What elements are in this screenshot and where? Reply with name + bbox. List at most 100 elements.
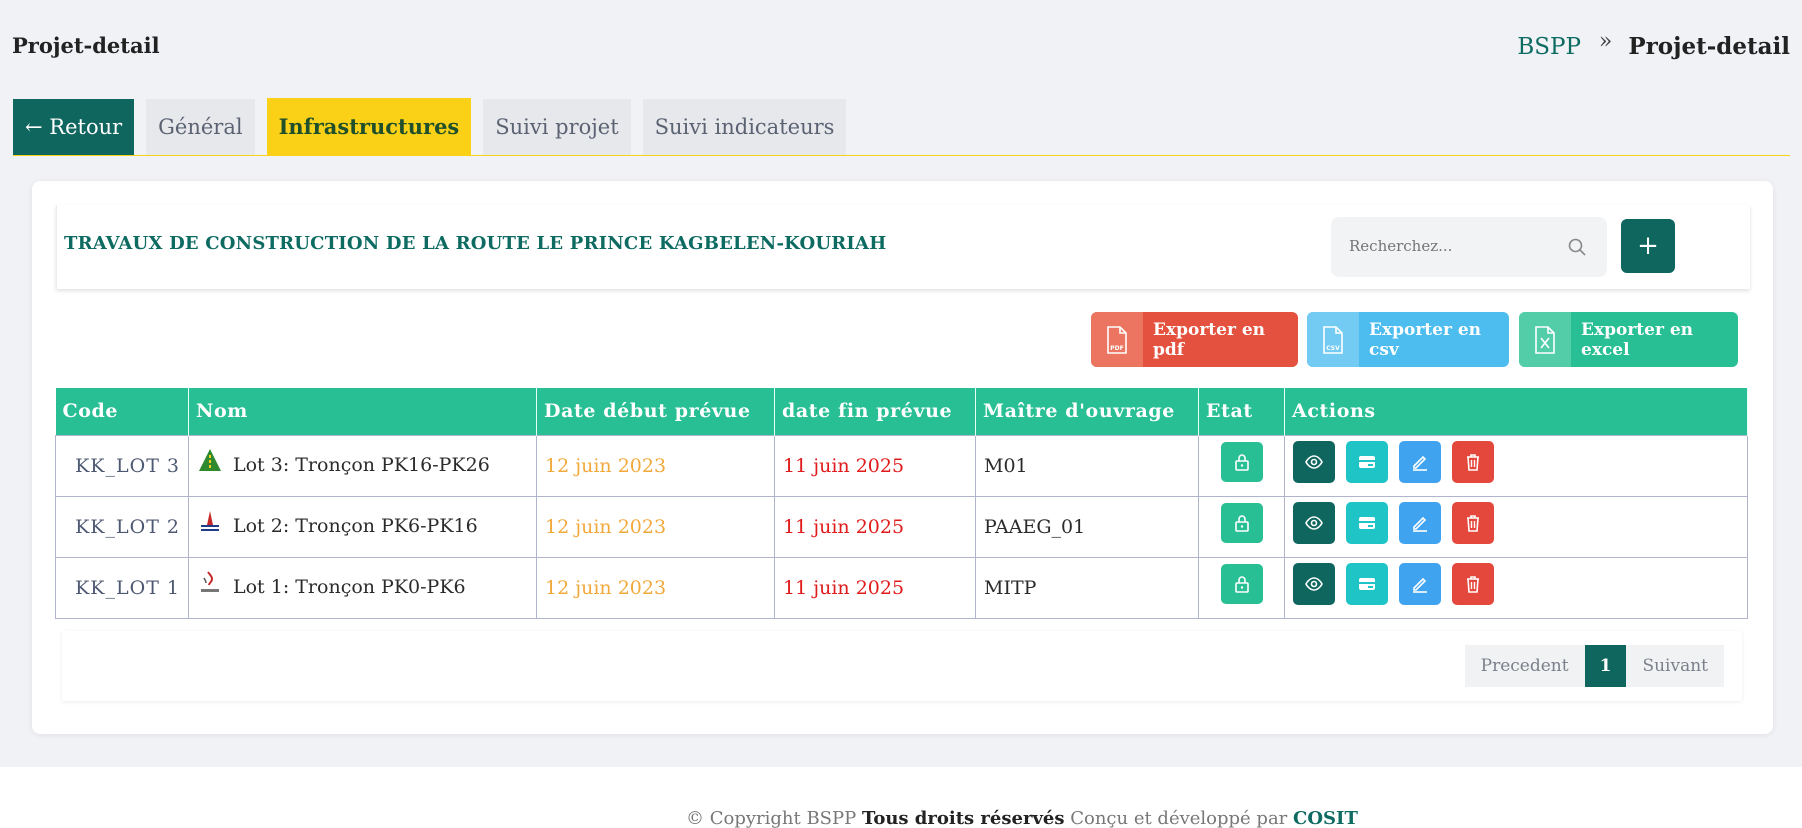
lock-status-button[interactable] — [1220, 502, 1263, 543]
trash-icon — [1467, 575, 1479, 593]
infrastructure-table: Code Nom Date début prévue date fin prév… — [55, 388, 1748, 619]
breadcrumb-separator-icon: » — [1598, 29, 1613, 54]
pencil-icon — [1413, 577, 1427, 593]
column-header-nom[interactable]: Nom — [188, 388, 537, 435]
view-button[interactable] — [1293, 501, 1335, 544]
footer: © Copyright BSPP Tous droits réservés Co… — [0, 767, 1802, 828]
row-code: KK_LOT 1 — [55, 556, 189, 619]
breadcrumb-current: Projet-detail — [1628, 33, 1790, 60]
edit-button[interactable] — [1399, 562, 1441, 605]
wallet-icon — [1359, 577, 1375, 590]
column-header-date-debut[interactable]: Date début prévue — [536, 388, 775, 435]
search-box — [1331, 217, 1607, 277]
export-pdf-label: Exporter en pdf — [1153, 319, 1265, 360]
row-owner: PAAEG_01 — [975, 495, 1199, 558]
row-name-cell: Lot 2: Tronçon PK6-PK16 — [188, 495, 537, 558]
view-button[interactable] — [1293, 440, 1335, 483]
row-end-date: 11 juin 2025 — [774, 434, 976, 497]
column-header-etat[interactable]: Etat — [1198, 388, 1285, 435]
trash-icon — [1467, 453, 1479, 471]
pagination-bar: Precedent 1 Suivant — [62, 631, 1742, 701]
tab-bar: ← Retour Général Infrastructures Suivi p… — [13, 98, 858, 155]
tab-suivi-indicateurs[interactable]: Suivi indicateurs — [642, 99, 847, 155]
wallet-icon — [1359, 455, 1375, 468]
trash-icon — [1467, 514, 1479, 532]
lock-icon — [1234, 514, 1249, 532]
breadcrumb: BSPP » Projet-detail — [1517, 29, 1790, 60]
edit-button[interactable] — [1399, 501, 1441, 544]
row-start-date: 12 juin 2023 — [536, 556, 775, 619]
footer-company-link[interactable]: COSIT — [1293, 808, 1358, 828]
top-header: Projet-detail BSPP » Projet-detail — [0, 0, 1802, 96]
pagination: Precedent 1 Suivant — [1464, 645, 1724, 687]
row-owner: MITP — [975, 556, 1199, 619]
row-name: Lot 3: Tronçon PK16-PK26 — [233, 453, 490, 476]
breadcrumb-root-link[interactable]: BSPP — [1517, 34, 1581, 60]
footer-rights: Tous droits réservés — [861, 808, 1065, 828]
tab-suivi-projet[interactable]: Suivi projet — [483, 99, 631, 155]
pencil-icon — [1413, 516, 1427, 532]
add-button[interactable]: + — [1621, 219, 1675, 273]
lock-status-button[interactable] — [1220, 563, 1263, 604]
delete-button[interactable] — [1452, 501, 1494, 544]
row-owner: M01 — [975, 434, 1199, 497]
delete-button[interactable] — [1452, 440, 1494, 483]
view-button[interactable] — [1293, 562, 1335, 605]
next-page-button[interactable]: Suivant — [1626, 645, 1724, 687]
eye-icon — [1305, 576, 1323, 591]
row-code: KK_LOT 3 — [55, 434, 189, 497]
row-etat-cell — [1198, 495, 1285, 558]
infrastructure-card: TRAVAUX DE CONSTRUCTION DE LA ROUTE LE P… — [32, 181, 1773, 734]
table-row: KK_LOT 1 Lot 1: Tronçon PK0-PK6 12 juin … — [55, 556, 1748, 619]
lot-thumbnail-icon — [201, 510, 219, 531]
row-end-date: 11 juin 2025 — [774, 556, 976, 619]
column-header-date-fin[interactable]: date fin prévue — [774, 388, 976, 435]
excel-file-icon — [1519, 312, 1571, 367]
export-csv-label: Exporter en csv — [1369, 319, 1481, 360]
card-button[interactable] — [1346, 501, 1388, 544]
lot-thumbnail-icon — [201, 570, 219, 592]
edit-button[interactable] — [1399, 440, 1441, 483]
footer-credit: Conçu et développé par — [1070, 808, 1288, 828]
footer-copyright: © Copyright BSPP — [686, 808, 857, 828]
wallet-icon — [1359, 516, 1375, 529]
page-1-button[interactable]: 1 — [1584, 645, 1627, 687]
lock-icon — [1234, 453, 1249, 471]
row-name: Lot 2: Tronçon PK6-PK16 — [233, 514, 478, 537]
table-row: KK_LOT 3 Lot 3: Tronçon PK16-PK26 12 jui… — [55, 434, 1748, 497]
search-icon[interactable] — [1567, 237, 1587, 257]
footer-text: © Copyright BSPP Tous droits réservés Co… — [686, 808, 1358, 828]
previous-page-button[interactable]: Precedent — [1464, 645, 1585, 687]
tab-underline — [13, 155, 1790, 156]
tab-general[interactable]: Général — [146, 99, 255, 155]
row-name-cell: Lot 1: Tronçon PK0-PK6 — [188, 556, 537, 619]
row-name-cell: Lot 3: Tronçon PK16-PK26 — [188, 434, 537, 497]
tab-infrastructures[interactable]: Infrastructures — [266, 98, 472, 155]
search-input[interactable] — [1349, 237, 1569, 255]
lock-status-button[interactable] — [1220, 441, 1263, 482]
export-csv-button[interactable]: CSV Exporter en csv — [1307, 312, 1509, 367]
delete-button[interactable] — [1452, 562, 1494, 605]
card-button[interactable] — [1346, 440, 1388, 483]
row-actions-cell — [1284, 434, 1748, 497]
project-title: TRAVAUX DE CONSTRUCTION DE LA ROUTE LE P… — [64, 233, 887, 254]
row-etat-cell — [1198, 434, 1285, 497]
column-header-actions: Actions — [1284, 388, 1748, 435]
pdf-file-icon: PDF — [1091, 312, 1143, 367]
export-excel-button[interactable]: Exporter en excel — [1519, 312, 1738, 367]
lock-icon — [1234, 575, 1249, 593]
table-row: KK_LOT 2 Lot 2: Tronçon PK6-PK16 12 juin… — [55, 495, 1748, 558]
lot-thumbnail-icon — [199, 448, 221, 471]
export-pdf-button[interactable]: PDF Exporter en pdf — [1091, 312, 1298, 367]
back-button[interactable]: ← Retour — [13, 99, 135, 155]
card-button[interactable] — [1346, 562, 1388, 605]
row-start-date: 12 juin 2023 — [536, 434, 775, 497]
eye-icon — [1305, 454, 1323, 469]
column-header-maitre-ouvrage[interactable]: Maître d'ouvrage — [975, 388, 1199, 435]
row-name: Lot 1: Tronçon PK0-PK6 — [233, 575, 466, 598]
project-header: TRAVAUX DE CONSTRUCTION DE LA ROUTE LE P… — [56, 205, 1750, 289]
page-title: Projet-detail — [12, 33, 160, 58]
table-header-row: Code Nom Date début prévue date fin prév… — [55, 388, 1748, 435]
column-header-code[interactable]: Code — [55, 388, 189, 435]
row-code: KK_LOT 2 — [55, 495, 189, 558]
